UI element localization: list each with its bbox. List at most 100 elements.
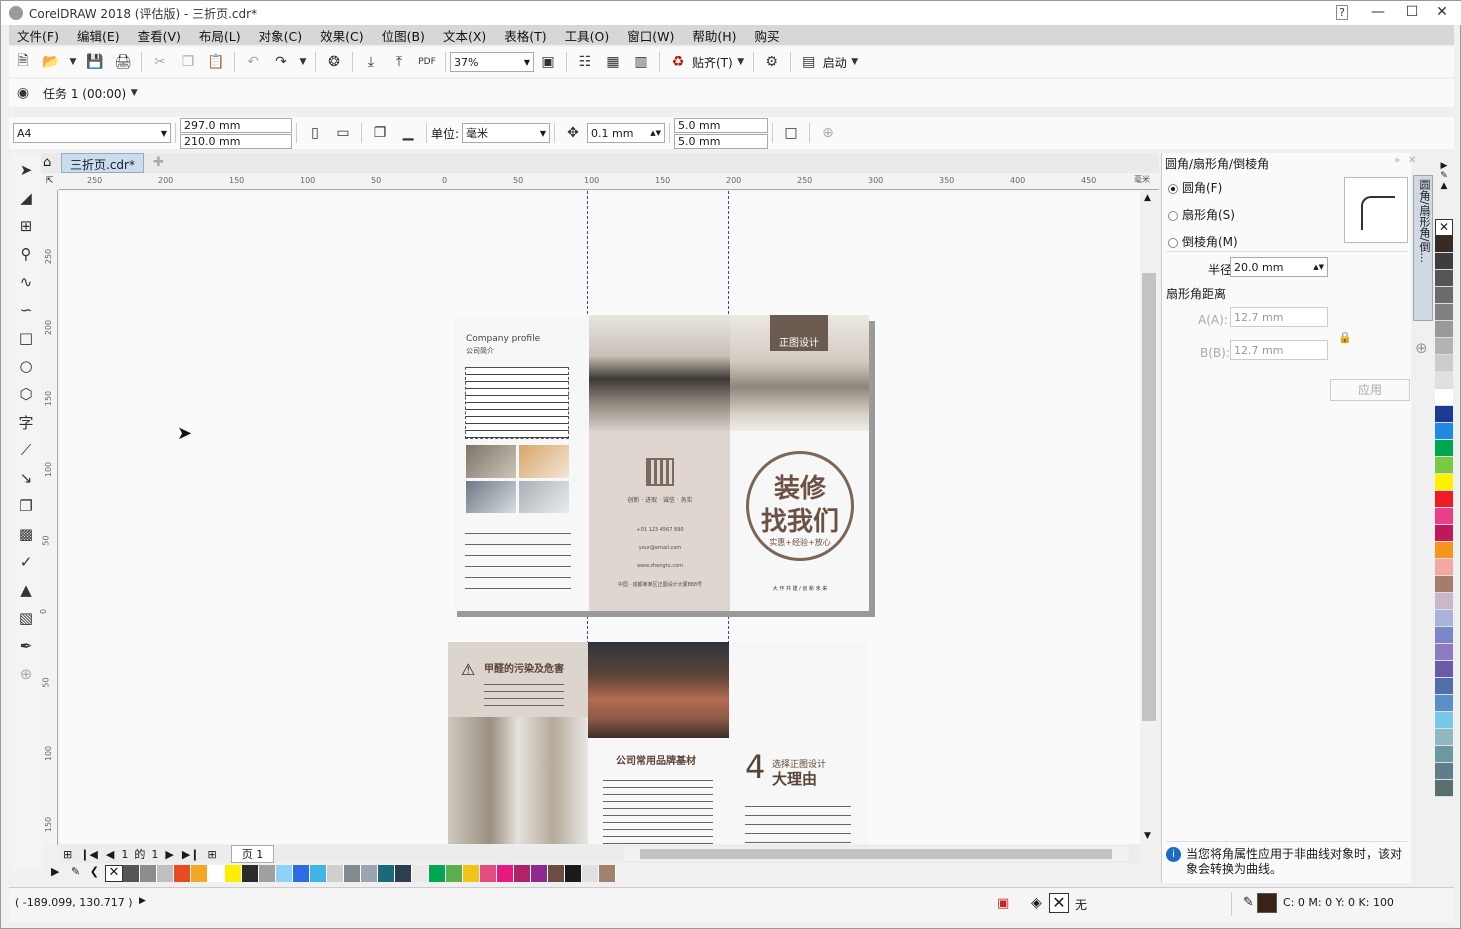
- scroll-thumb[interactable]: [1142, 273, 1156, 721]
- palette-swatch[interactable]: [531, 865, 548, 882]
- crop-tool-icon[interactable]: ⊞: [15, 215, 37, 237]
- save-icon[interactable]: 💾: [84, 51, 106, 73]
- task-dropdown-icon[interactable]: ▼: [129, 82, 139, 104]
- palette-menu-icon[interactable]: ▶: [51, 865, 59, 878]
- vertical-ruler[interactable]: 250 200 150 100 50 0 50 100 150: [39, 190, 58, 845]
- docker-add-icon[interactable]: ⊕: [1415, 339, 1428, 357]
- page-inner-right-panel[interactable]: 4 选择正图设计 大理由: [729, 642, 868, 844]
- show-rulers-icon[interactable]: ☷: [574, 51, 596, 73]
- copy-icon[interactable]: ❐: [177, 51, 199, 73]
- palette-swatch[interactable]: [327, 865, 344, 882]
- palette-swatch[interactable]: [293, 865, 310, 882]
- docker-close-icon[interactable]: ✕: [1408, 155, 1416, 166]
- menu-edit[interactable]: 编辑(E): [77, 26, 120, 45]
- launch-app-icon[interactable]: ▤: [798, 51, 820, 73]
- palette-swatch[interactable]: [1435, 695, 1453, 712]
- outline-pen-icon[interactable]: ✒: [15, 635, 37, 657]
- duplicate-y-field[interactable]: 5.0 mm: [674, 133, 769, 149]
- status-expand-icon[interactable]: ▶: [139, 896, 146, 906]
- palette-swatch[interactable]: [1435, 406, 1453, 423]
- palette-swatch[interactable]: [1435, 593, 1453, 610]
- palette-swatch[interactable]: [1435, 627, 1453, 644]
- palette-menu-right-icon[interactable]: ▶: [1435, 161, 1453, 171]
- palette-swatch[interactable]: [140, 865, 157, 882]
- ellipse-tool-icon[interactable]: ○: [15, 355, 37, 377]
- palette-swatch[interactable]: [1435, 661, 1453, 678]
- add-page-after-icon[interactable]: ⊞: [208, 848, 217, 861]
- drawing-canvas[interactable]: Company profile 公司简介 创新 · 进取 · 诚信 · 务实 +…: [59, 191, 1140, 844]
- open-dropdown-icon[interactable]: ▼: [68, 51, 78, 73]
- menu-help[interactable]: 帮助(H): [692, 26, 736, 45]
- docker-expand-icon[interactable]: »: [1394, 155, 1400, 166]
- menu-layout[interactable]: 布局(L): [199, 26, 241, 45]
- eyedropper-palette-icon[interactable]: ✎: [71, 865, 80, 878]
- palette-swatch[interactable]: [1435, 304, 1453, 321]
- option-scallop[interactable]: 扇形角(S): [1168, 206, 1238, 223]
- snap-to-label[interactable]: 贴齐(T): [692, 54, 733, 71]
- palette-swatch[interactable]: [1435, 746, 1453, 763]
- no-color-swatch[interactable]: ✕: [105, 865, 123, 882]
- distance-b-field[interactable]: 12.7 mm: [1230, 340, 1328, 360]
- last-page-icon[interactable]: ▶❙: [182, 848, 200, 861]
- palette-swatch[interactable]: [1435, 763, 1453, 780]
- apply-button[interactable]: 应用: [1330, 379, 1410, 401]
- palette-swatch[interactable]: [446, 865, 463, 882]
- drop-shadow-icon[interactable]: ❐: [15, 495, 37, 517]
- dimension-tool-icon[interactable]: ⟋: [15, 439, 37, 461]
- palette-eyedropper-icon[interactable]: ✎: [1435, 171, 1453, 181]
- palette-swatch[interactable]: [1435, 508, 1453, 525]
- palette-swatch[interactable]: [276, 865, 293, 882]
- search-content-icon[interactable]: ❂: [323, 51, 345, 73]
- docker-side-tab[interactable]: 圆角/扇形角/倒...: [1413, 175, 1433, 321]
- nudge-distance-field[interactable]: 0.1 mm ▲▼: [587, 123, 666, 143]
- duplicate-x-field[interactable]: 5.0 mm: [674, 117, 769, 133]
- first-page-icon[interactable]: ❙◀: [80, 848, 98, 861]
- palette-swatch[interactable]: [208, 865, 225, 882]
- palette-swatch[interactable]: [1435, 372, 1453, 389]
- palette-swatch[interactable]: [1435, 644, 1453, 661]
- publish-pdf-icon[interactable]: PDF: [416, 51, 438, 73]
- close-button[interactable]: ✕: [1427, 1, 1457, 23]
- interactive-fill-icon[interactable]: ▲: [15, 579, 37, 601]
- task-label[interactable]: 任务 1 (00:00): [43, 85, 126, 102]
- palette-swatch[interactable]: [1435, 321, 1453, 338]
- freehand-tool-icon[interactable]: ∿: [15, 271, 37, 293]
- prev-page-icon[interactable]: ◀: [106, 848, 114, 861]
- menu-table[interactable]: 表格(T): [504, 26, 546, 45]
- import-icon[interactable]: ⤓: [360, 51, 382, 73]
- shape-tool-icon[interactable]: ◢: [15, 187, 37, 209]
- zoom-tool-icon[interactable]: ⚲: [15, 243, 37, 265]
- vertical-scrollbar[interactable]: ▲ ▼: [1140, 191, 1158, 845]
- menu-buy[interactable]: 购买: [755, 26, 780, 45]
- palette-swatch[interactable]: [1435, 712, 1453, 729]
- scroll-down-icon[interactable]: ▼: [1144, 831, 1151, 841]
- palette-swatch[interactable]: [1435, 678, 1453, 695]
- add-page-before-icon[interactable]: ⊞: [63, 848, 72, 861]
- palette-swatch[interactable]: [1435, 440, 1453, 457]
- open-icon[interactable]: 📂: [40, 51, 62, 73]
- export-icon[interactable]: ⤒: [388, 51, 410, 73]
- palette-swatch[interactable]: [1435, 525, 1453, 542]
- menu-window[interactable]: 窗口(W): [627, 26, 674, 45]
- home-icon[interactable]: ⌂: [43, 155, 51, 170]
- fill-none-swatch[interactable]: ✕: [1049, 893, 1069, 913]
- menu-tools[interactable]: 工具(O): [565, 26, 610, 45]
- option-chamfer[interactable]: 倒棱角(M): [1168, 233, 1238, 250]
- lock-icon[interactable]: 🔒: [1338, 331, 1352, 344]
- transparency-icon[interactable]: ▩: [15, 523, 37, 545]
- undo-icon[interactable]: ↶: [242, 51, 264, 73]
- eyedropper-icon[interactable]: ✓: [15, 551, 37, 573]
- text-tool-icon[interactable]: 字: [15, 411, 37, 433]
- palette-swatch[interactable]: [1435, 576, 1453, 593]
- menu-text[interactable]: 文本(X): [443, 26, 486, 45]
- full-screen-icon[interactable]: ▣: [537, 51, 559, 73]
- palette-swatch[interactable]: [548, 865, 565, 882]
- palette-swatch[interactable]: [1435, 610, 1453, 627]
- option-round[interactable]: 圆角(F): [1168, 179, 1238, 196]
- palette-swatch[interactable]: [225, 865, 242, 882]
- palette-swatch[interactable]: [1435, 270, 1453, 287]
- menu-effects[interactable]: 效果(C): [320, 26, 363, 45]
- palette-swatch[interactable]: [1435, 457, 1453, 474]
- palette-swatch[interactable]: [123, 865, 140, 882]
- palette-swatch[interactable]: [582, 865, 599, 882]
